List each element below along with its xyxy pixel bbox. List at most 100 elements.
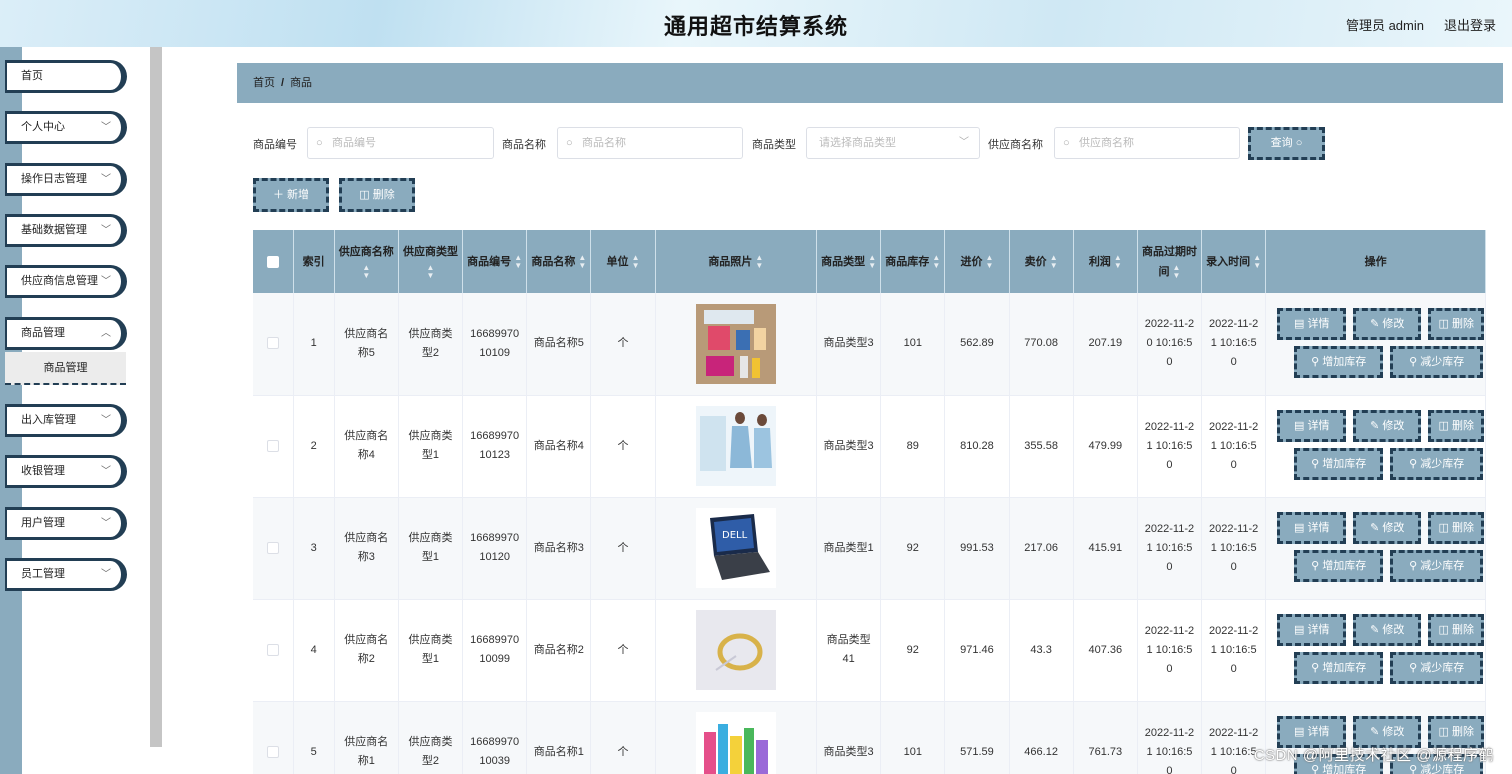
col-price[interactable]: 卖价 ▲ ▼ (1009, 230, 1074, 293)
delete-button[interactable]: ◫ 删除 (1428, 410, 1485, 442)
col-type[interactable]: 商品类型 ▲ ▼ (816, 230, 882, 293)
sort-icon[interactable]: ▲ ▼ (986, 253, 994, 270)
add-stock-button[interactable]: ⚲ 增加库存 (1294, 448, 1384, 480)
delete-button[interactable]: ◫ 删除 (1428, 614, 1485, 646)
sort-icon[interactable]: ▲ ▼ (868, 253, 876, 270)
cell-type: 商品类型41 (816, 599, 882, 702)
sidebar-item-personal-center[interactable]: 个人中心 ﹀ (5, 111, 127, 144)
breadcrumb-home[interactable]: 首页 (253, 77, 275, 89)
detail-button[interactable]: ▤ 详情 (1277, 614, 1347, 646)
reduce-stock-button[interactable]: ⚲ 减少库存 (1390, 550, 1484, 582)
chevron-down-icon: ﹀ (101, 569, 111, 580)
sort-icon[interactable]: ▲ ▼ (932, 253, 940, 270)
type-select[interactable]: 请选择商品类型 ﹀ (806, 127, 980, 159)
product-photo[interactable]: DELL (695, 508, 776, 588)
sidebar-item-home[interactable]: 首页 (5, 60, 127, 93)
detail-button[interactable]: ▤ 详情 (1277, 410, 1347, 442)
product-photo[interactable] (695, 610, 776, 690)
reduce-stock-button[interactable]: ⚲ 减少库存 (1390, 652, 1484, 684)
product-photo[interactable] (695, 712, 776, 774)
sort-icon[interactable]: ▲ ▼ (1114, 253, 1122, 270)
add-stock-label: 增加库存 (1322, 764, 1367, 774)
col-label: 商品照片 (708, 255, 753, 268)
sort-icon[interactable]: ▲ ▼ (1253, 253, 1261, 270)
cell-expire: 2022-11-21 10:16:50 (1137, 497, 1203, 600)
col-stock[interactable]: 商品库存 ▲ ▼ (880, 230, 946, 293)
sidebar-scrollbar[interactable] (150, 47, 162, 747)
batch-delete-button[interactable]: ◫ 删除 (339, 178, 415, 212)
sort-icon[interactable]: ▲ ▼ (362, 263, 370, 280)
logout-link[interactable]: 退出登录 (1444, 15, 1496, 34)
sort-icon[interactable]: ▲ ▼ (1173, 263, 1181, 280)
col-name[interactable]: 商品名称 ▲ ▼ (526, 230, 592, 293)
reduce-stock-button[interactable]: ⚲ 减少库存 (1390, 448, 1484, 480)
sort-icon[interactable]: ▲ ▼ (755, 253, 763, 270)
sort-icon[interactable]: ▲ ▼ (632, 253, 640, 270)
col-label: 商品类型 (821, 255, 866, 268)
row-checkbox[interactable] (266, 439, 279, 452)
sidebar-item-supplier[interactable]: 供应商信息管理 ﹀ (5, 265, 127, 298)
row-checkbox[interactable] (266, 541, 279, 554)
row-checkbox[interactable] (266, 337, 279, 350)
sort-icon[interactable]: ▲ ▼ (1050, 253, 1058, 270)
pencil-icon: ✎ (1370, 420, 1380, 432)
cell-cost: 810.28 (944, 395, 1010, 498)
row-checkbox[interactable] (266, 745, 279, 758)
add-stock-button[interactable]: ⚲ 增加库存 (1294, 550, 1384, 582)
sort-icon[interactable]: ▲ ▼ (514, 253, 522, 270)
edit-button[interactable]: ✎ 修改 (1353, 614, 1422, 646)
cell-name: 商品名称5 (526, 293, 592, 396)
query-button[interactable]: 查询 ○ (1248, 127, 1325, 160)
edit-label: 修改 (1382, 420, 1405, 432)
add-stock-button[interactable]: ⚲ 增加库存 (1294, 652, 1384, 684)
col-photo[interactable]: 商品照片 ▲ ▼ (655, 230, 818, 293)
sidebar-item-goods[interactable]: 商品管理 ︿ (5, 317, 127, 350)
trash-icon: ◫ (1438, 624, 1449, 636)
col-entry[interactable]: 录入时间 ▲ ▼ (1201, 230, 1267, 293)
sidebar-item-stock-io[interactable]: 出入库管理 ﹀ (5, 404, 127, 437)
col-code[interactable]: 商品编号 ▲ ▼ (462, 230, 528, 293)
select-all-checkbox[interactable] (266, 255, 279, 268)
add-stock-button[interactable]: ⚲ 增加库存 (1294, 345, 1384, 378)
trash-icon: ◫ (1438, 317, 1449, 330)
cell-supplier: 供应商名称4 (334, 395, 399, 498)
edit-label: 修改 (1382, 624, 1405, 636)
sidebar-item-label: 出入库管理 (21, 414, 76, 426)
col-label: 商品编号 (467, 255, 512, 268)
supplier-input[interactable] (1079, 137, 1223, 149)
cell-name: 商品名称2 (526, 599, 592, 702)
row-checkbox[interactable] (266, 643, 279, 656)
supplier-input-wrap[interactable]: ○ (1054, 127, 1240, 159)
col-unit[interactable]: 单位 ▲ ▼ (590, 230, 656, 293)
sort-icon[interactable]: ▲ ▼ (427, 263, 435, 280)
reduce-stock-button[interactable]: ⚲ 减少库存 (1390, 345, 1484, 378)
edit-button[interactable]: ✎ 修改 (1353, 307, 1422, 340)
sort-icon[interactable]: ▲ ▼ (578, 253, 586, 270)
detail-button[interactable]: ▤ 详情 (1277, 307, 1347, 340)
name-input-wrap[interactable]: ○ (557, 127, 743, 159)
product-photo[interactable] (695, 406, 776, 486)
cell-index: 5 (293, 701, 335, 774)
sidebar-item-base-data[interactable]: 基础数据管理 ﹀ (5, 214, 127, 247)
code-input-wrap[interactable]: ○ (307, 127, 494, 159)
col-cost[interactable]: 进价 ▲ ▼ (944, 230, 1010, 293)
edit-button[interactable]: ✎ 修改 (1353, 410, 1422, 442)
col-supplier[interactable]: 供应商名称 ▲ ▼ (334, 230, 399, 293)
name-input[interactable] (582, 137, 726, 149)
product-photo[interactable] (695, 303, 776, 384)
col-profit[interactable]: 利润 ▲ ▼ (1073, 230, 1138, 293)
sidebar-item-users[interactable]: 用户管理 ﹀ (5, 507, 127, 540)
add-button[interactable]: ＋ 新增 (253, 178, 329, 212)
delete-button[interactable]: ◫ 删除 (1428, 512, 1485, 544)
delete-button[interactable]: ◫ 删除 (1428, 307, 1485, 340)
name-label: 商品名称 (502, 139, 546, 151)
col-supplier-type[interactable]: 供应商类型 ▲ ▼ (398, 230, 464, 293)
col-expire[interactable]: 商品过期时间 ▲ ▼ (1137, 230, 1203, 293)
code-input[interactable] (332, 137, 477, 149)
sidebar-subitem-goods-management[interactable]: 商品管理 (5, 352, 126, 385)
sidebar-item-cashier[interactable]: 收银管理 ﹀ (5, 455, 127, 488)
sidebar-item-staff[interactable]: 员工管理 ﹀ (5, 558, 127, 591)
detail-button[interactable]: ▤ 详情 (1277, 512, 1347, 544)
edit-button[interactable]: ✎ 修改 (1353, 512, 1422, 544)
sidebar-item-operation-log[interactable]: 操作日志管理 ﹀ (5, 163, 127, 196)
